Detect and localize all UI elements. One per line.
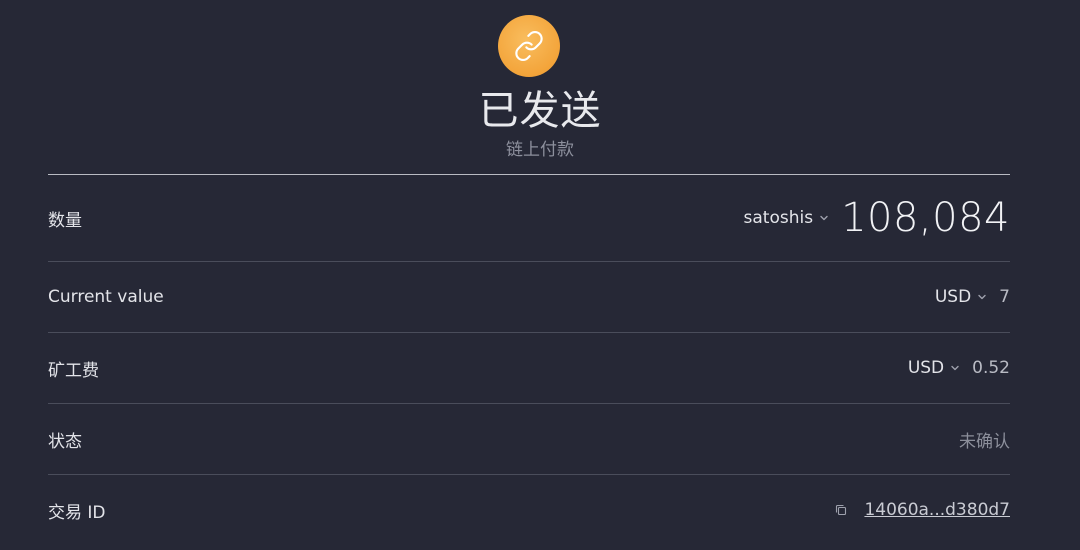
link-icon xyxy=(515,31,543,61)
page-subtitle: 链上付款 xyxy=(506,140,574,160)
amount-value-group: satoshis 108,084 xyxy=(744,195,1010,241)
fee-currency-select[interactable]: USD xyxy=(908,358,960,378)
status-label: 状态 xyxy=(48,431,82,452)
copy-icon[interactable] xyxy=(834,503,848,517)
tx-id-row: 交易 ID 14060a...d380d7 xyxy=(48,475,1010,545)
chevron-down-icon xyxy=(977,292,987,302)
transaction-header: 已发送 链上付款 xyxy=(0,0,1080,176)
tx-id-label: 交易 ID xyxy=(48,502,106,523)
fee-amount: 0.52 xyxy=(972,358,1010,378)
tx-id-value-group: 14060a...d380d7 xyxy=(834,500,1010,520)
fee-label: 矿工费 xyxy=(48,360,99,381)
page-title: 已发送 xyxy=(478,88,602,134)
current-value-label: Current value xyxy=(48,287,164,307)
current-value-currency-select[interactable]: USD xyxy=(935,287,987,307)
chevron-down-icon xyxy=(819,213,829,223)
tx-id-link[interactable]: 14060a...d380d7 xyxy=(864,500,1010,520)
status-value-group: 未确认 xyxy=(959,427,1010,452)
amount-value: 108,084 xyxy=(841,195,1010,241)
transaction-details: 数量 satoshis 108,084 Current value USD 7 … xyxy=(48,175,1010,545)
amount-label: 数量 xyxy=(48,210,82,231)
status-row: 状态 未确认 xyxy=(48,404,1010,475)
current-value-group: USD 7 xyxy=(935,287,1010,307)
fee-currency-label: USD xyxy=(907,358,945,378)
fee-value-group: USD 0.52 xyxy=(908,358,1010,378)
fee-row: 矿工费 USD 0.52 xyxy=(48,333,1010,404)
current-value-currency-label: USD xyxy=(934,287,972,307)
amount-row: 数量 satoshis 108,084 xyxy=(48,175,1010,262)
chevron-down-icon xyxy=(950,363,960,373)
amount-unit-select[interactable]: satoshis xyxy=(744,208,830,228)
amount-unit-label: satoshis xyxy=(743,208,814,228)
current-value-row: Current value USD 7 xyxy=(48,262,1010,333)
current-value-amount: 7 xyxy=(999,287,1010,307)
status-value: 未确认 xyxy=(959,431,1010,452)
status-badge xyxy=(498,15,560,77)
